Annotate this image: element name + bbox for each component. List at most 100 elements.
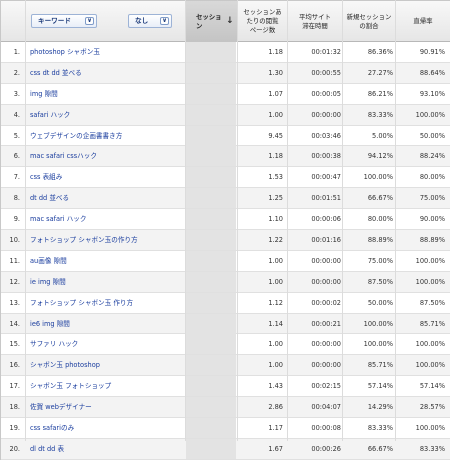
avg-time-value: 00:01:16: [311, 236, 341, 245]
pages-per-session-value: 1.00: [268, 256, 283, 265]
keyword-link[interactable]: img 隙間: [30, 84, 58, 104]
keyword-link[interactable]: フォトショップ シャボン玉の作り方: [30, 230, 138, 250]
pages-per-session-value: 1.10: [268, 215, 283, 224]
secondary-dimension-picker[interactable]: なし ∨: [128, 14, 172, 28]
keyword-link[interactable]: dt dd 並べる: [30, 188, 69, 208]
avg-time-value: 00:00:00: [311, 277, 341, 286]
keyword-link[interactable]: ie6 img 隙間: [30, 314, 70, 334]
row-index: 5.: [13, 131, 20, 140]
table-row: 2. css dt dd 並べる 1.30 00:00:55 27.27% 88.64%: [1, 62, 450, 84]
row-index: 1.: [13, 48, 20, 56]
bounce-rate-value: 57.14%: [419, 382, 445, 391]
pages-per-session-value: 1.07: [268, 89, 283, 98]
avg-time-value: 00:02:15: [311, 382, 341, 391]
keyword-link[interactable]: mac safari ハック: [30, 209, 86, 229]
table-body: 1. photoshop シャボン玉 1.18 00:01:32 86.36% 90.91…: [1, 42, 450, 460]
row-index: 19.: [9, 424, 21, 433]
new-sessions-value: 14.29%: [367, 403, 393, 412]
table-row: 13. フォトショップ シャボン玉 作り方 1.12 00:00:02 50.00% 87…: [1, 292, 450, 314]
pages-per-session-value: 2.86: [268, 403, 283, 412]
keyword-link[interactable]: photoshop シャボン玉: [30, 42, 100, 62]
keyword-link[interactable]: au画像 隙間: [30, 251, 67, 271]
keyword-link[interactable]: シャボン玉 フォトショップ: [30, 376, 111, 396]
new-header-line1: 新規セッション: [346, 12, 392, 21]
bounce-rate-header[interactable]: 直帰率: [396, 1, 450, 42]
keyword-link[interactable]: 佐賀 webデザイナー: [30, 397, 92, 417]
pages-per-session-value: 9.45: [268, 131, 283, 140]
sort-desc-icon[interactable]: ↓: [226, 17, 234, 26]
sessions-bar: [186, 334, 236, 355]
sessions-bar: [186, 271, 236, 292]
pages-per-session-value: 1.43: [268, 382, 283, 391]
bounce-rate-value: 93.10%: [419, 89, 445, 98]
none-picker-label: なし: [135, 16, 149, 25]
pv-header-line3: ページ数: [249, 26, 276, 34]
table-row: 17. シャボン玉 フォトショップ 1.43 00:02:15 57.14% 57.14%: [1, 376, 450, 398]
avg-time-value: 00:00:47: [311, 173, 341, 182]
sessions-bar: [186, 104, 236, 125]
new-sessions-header[interactable]: 新規セッション の割合: [343, 1, 396, 42]
sessions-bar: [186, 230, 236, 251]
keyword-link[interactable]: css 表組み: [30, 167, 62, 187]
keyword-link[interactable]: サファリ ハック: [30, 334, 78, 354]
row-index: 17.: [9, 382, 21, 391]
avg-time-value: 00:03:46: [311, 131, 341, 140]
chevron-down-icon[interactable]: ∨: [85, 17, 94, 25]
pages-per-session-value: 1.12: [268, 298, 283, 307]
table-row: 5. ウェブデザインの企画書書き方 9.45 00:03:46 5.00% 50.00%: [1, 125, 450, 147]
new-sessions-value: 100.00%: [363, 340, 393, 349]
table-row: 18. 佐賀 webデザイナー 2.86 00:04:07 14.29% 28.57%: [1, 397, 450, 419]
sessions-column-header[interactable]: セッション ↓: [186, 1, 238, 42]
keyword-link[interactable]: ie img 隙間: [30, 272, 66, 292]
pv-header-line1: セッションあ: [243, 8, 282, 16]
avg-time-value: 00:00:06: [311, 215, 341, 224]
sessions-bar: [186, 188, 236, 209]
sessions-header-label: セッション: [196, 12, 222, 30]
keyword-link[interactable]: フォトショップ シャボン玉 作り方: [30, 293, 133, 313]
pages-per-session-header[interactable]: セッションあ たりの閲覧 ページ数: [238, 1, 288, 42]
time-header-line2: 滞在時間: [302, 21, 328, 30]
sessions-bar: [186, 62, 236, 83]
pages-per-session-value: 1.53: [268, 173, 283, 182]
keyword-link[interactable]: dl dt dd 表: [30, 439, 64, 459]
sessions-bar: [186, 209, 236, 230]
keyword-link[interactable]: ウェブデザインの企画書書き方: [30, 126, 122, 146]
bounce-rate-value: 90.91%: [419, 48, 445, 56]
table-row: 4. safari ハック 1.00 00:00:00 83.33% 100.00%: [1, 104, 450, 126]
bounce-rate-value: 85.71%: [419, 319, 445, 328]
row-index: 14.: [9, 319, 21, 328]
table-row: 9. mac safari ハック 1.10 00:00:06 80.00% 90.00%: [1, 209, 450, 231]
row-index: 9.: [13, 215, 20, 224]
pages-per-session-value: 1.00: [268, 277, 283, 286]
avg-time-value: 00:00:26: [311, 444, 341, 453]
new-sessions-value: 87.50%: [367, 277, 393, 286]
sessions-bar: [186, 438, 236, 459]
keyword-link[interactable]: mac safari cssハック: [30, 146, 97, 166]
avg-time-header[interactable]: 平均サイト 滞在時間: [288, 1, 343, 42]
table-row: 3. img 隙間 1.07 00:00:05 86.21% 93.10%: [1, 83, 450, 105]
keyword-link[interactable]: css safariのみ: [30, 418, 74, 438]
bounce-rate-value: 75.00%: [419, 194, 445, 203]
table-row: 8. dt dd 並べる 1.25 00:01:51 66.67% 75.00%: [1, 188, 450, 210]
bounce-rate-value: 100.00%: [415, 424, 445, 433]
keyword-link[interactable]: css dt dd 並べる: [30, 63, 82, 83]
keyword-dimension-picker[interactable]: キーワード ∨: [31, 14, 97, 28]
table-row: 1. photoshop シャボン玉 1.18 00:01:32 86.36% 90.91…: [1, 42, 450, 63]
bounce-rate-value: 50.00%: [419, 131, 445, 140]
keyword-link[interactable]: シャボン玉 photoshop: [30, 355, 100, 375]
table-row: 19. css safariのみ 1.17 00:00:08 83.33% 100.00%: [1, 418, 450, 439]
sessions-bar: [186, 42, 236, 62]
chevron-down-icon[interactable]: ∨: [160, 17, 169, 25]
new-sessions-value: 80.00%: [367, 215, 393, 224]
table-row: 7. css 表組み 1.53 00:00:47 100.00% 80.00%: [1, 167, 450, 189]
column-divider: [237, 0, 238, 441]
bounce-header-label: 直帰率: [413, 17, 433, 25]
pages-per-session-value: 1.30: [268, 68, 283, 77]
new-sessions-value: 86.21%: [367, 89, 393, 98]
keyword-link[interactable]: safari ハック: [30, 105, 70, 125]
row-index: 2.: [13, 68, 20, 77]
row-index: 15.: [9, 340, 21, 349]
avg-time-value: 00:00:02: [311, 298, 341, 307]
pages-per-session-value: 1.14: [268, 319, 283, 328]
table-row: 12. ie img 隙間 1.00 00:00:00 87.50% 100.00%: [1, 271, 450, 293]
